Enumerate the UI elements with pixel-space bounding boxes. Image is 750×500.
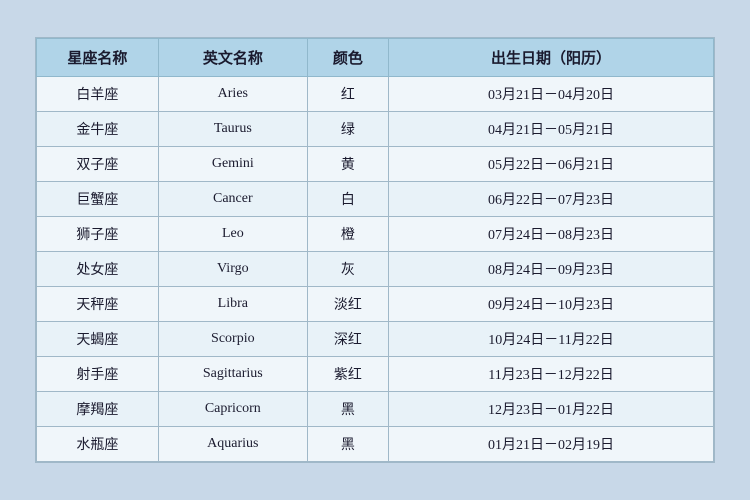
- table-header-row: 星座名称 英文名称 颜色 出生日期（阳历）: [37, 39, 714, 77]
- table-row: 双子座Gemini黄05月22日－06月21日: [37, 147, 714, 182]
- header-date: 出生日期（阳历）: [389, 39, 714, 77]
- table-row: 摩羯座Capricorn黑12月23日－01月22日: [37, 392, 714, 427]
- cell-color: 黑: [307, 392, 388, 427]
- cell-english: Taurus: [158, 112, 307, 147]
- cell-color: 黑: [307, 427, 388, 462]
- cell-chinese: 金牛座: [37, 112, 159, 147]
- cell-chinese: 双子座: [37, 147, 159, 182]
- zodiac-table: 星座名称 英文名称 颜色 出生日期（阳历） 白羊座Aries红03月21日－04…: [36, 38, 714, 462]
- cell-english: Virgo: [158, 252, 307, 287]
- cell-color: 淡红: [307, 287, 388, 322]
- cell-chinese: 狮子座: [37, 217, 159, 252]
- cell-chinese: 水瓶座: [37, 427, 159, 462]
- cell-english: Libra: [158, 287, 307, 322]
- cell-date: 11月23日－12月22日: [389, 357, 714, 392]
- cell-english: Scorpio: [158, 322, 307, 357]
- cell-color: 灰: [307, 252, 388, 287]
- cell-english: Leo: [158, 217, 307, 252]
- cell-date: 04月21日－05月21日: [389, 112, 714, 147]
- table-row: 白羊座Aries红03月21日－04月20日: [37, 77, 714, 112]
- cell-date: 03月21日－04月20日: [389, 77, 714, 112]
- cell-date: 07月24日－08月23日: [389, 217, 714, 252]
- cell-chinese: 巨蟹座: [37, 182, 159, 217]
- cell-chinese: 摩羯座: [37, 392, 159, 427]
- header-chinese: 星座名称: [37, 39, 159, 77]
- cell-date: 09月24日－10月23日: [389, 287, 714, 322]
- table-row: 狮子座Leo橙07月24日－08月23日: [37, 217, 714, 252]
- cell-chinese: 处女座: [37, 252, 159, 287]
- cell-english: Capricorn: [158, 392, 307, 427]
- table-row: 处女座Virgo灰08月24日－09月23日: [37, 252, 714, 287]
- cell-chinese: 白羊座: [37, 77, 159, 112]
- cell-date: 01月21日－02月19日: [389, 427, 714, 462]
- table-row: 巨蟹座Cancer白06月22日－07月23日: [37, 182, 714, 217]
- cell-date: 05月22日－06月21日: [389, 147, 714, 182]
- table-row: 射手座Sagittarius紫红11月23日－12月22日: [37, 357, 714, 392]
- cell-color: 紫红: [307, 357, 388, 392]
- cell-color: 白: [307, 182, 388, 217]
- cell-english: Cancer: [158, 182, 307, 217]
- table-row: 金牛座Taurus绿04月21日－05月21日: [37, 112, 714, 147]
- cell-english: Sagittarius: [158, 357, 307, 392]
- cell-color: 深红: [307, 322, 388, 357]
- cell-color: 红: [307, 77, 388, 112]
- cell-english: Aries: [158, 77, 307, 112]
- cell-color: 橙: [307, 217, 388, 252]
- table-row: 天蝎座Scorpio深红10月24日－11月22日: [37, 322, 714, 357]
- cell-date: 08月24日－09月23日: [389, 252, 714, 287]
- cell-chinese: 天蝎座: [37, 322, 159, 357]
- cell-chinese: 射手座: [37, 357, 159, 392]
- table-row: 天秤座Libra淡红09月24日－10月23日: [37, 287, 714, 322]
- cell-color: 黄: [307, 147, 388, 182]
- cell-chinese: 天秤座: [37, 287, 159, 322]
- header-color: 颜色: [307, 39, 388, 77]
- cell-date: 06月22日－07月23日: [389, 182, 714, 217]
- cell-date: 10月24日－11月22日: [389, 322, 714, 357]
- cell-date: 12月23日－01月22日: [389, 392, 714, 427]
- table-row: 水瓶座Aquarius黑01月21日－02月19日: [37, 427, 714, 462]
- cell-english: Aquarius: [158, 427, 307, 462]
- zodiac-table-container: 星座名称 英文名称 颜色 出生日期（阳历） 白羊座Aries红03月21日－04…: [35, 37, 715, 463]
- cell-color: 绿: [307, 112, 388, 147]
- header-english: 英文名称: [158, 39, 307, 77]
- cell-english: Gemini: [158, 147, 307, 182]
